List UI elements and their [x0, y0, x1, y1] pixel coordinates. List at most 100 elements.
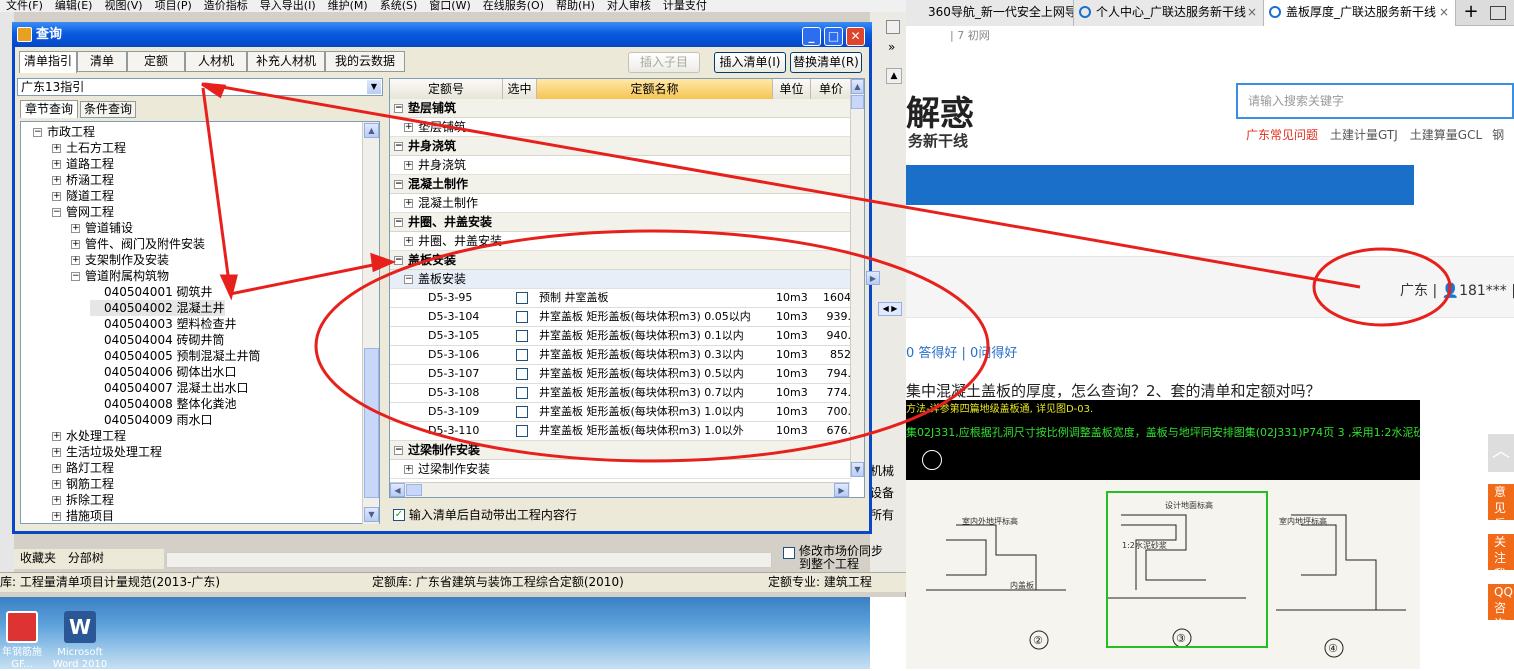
quota-row[interactable]: D5-3-106 井室盖板 矩形盖板(每块体积m3) 0.3以内 10m3 852: [390, 346, 852, 365]
expand-icon[interactable]: +: [404, 465, 413, 474]
close-icon[interactable]: ×: [1247, 0, 1257, 24]
expand-icon[interactable]: +: [71, 224, 80, 233]
menu-item[interactable]: 文件(F): [6, 0, 43, 12]
quota-row[interactable]: D5-3-104 井室盖板 矩形盖板(每块体积m3) 0.05以内 10m3 939.: [390, 308, 852, 327]
nav-link[interactable]: 土建算量GCL: [1410, 128, 1482, 142]
grid-hscrollbar[interactable]: ◀ ▶: [390, 482, 850, 497]
grid-group-row[interactable]: − 井身浇筑: [390, 137, 852, 156]
menu-item[interactable]: 造价指标: [204, 0, 248, 12]
library-select[interactable]: 广东13指引 ▼: [17, 78, 383, 96]
tab-favorites[interactable]: 收藏夹: [20, 551, 56, 565]
tree-node[interactable]: 040504001 砌筑井: [90, 284, 213, 300]
tree-node[interactable]: + 土石方工程: [52, 140, 126, 156]
tree-node[interactable]: + 拆除工程: [52, 492, 114, 508]
tree-node[interactable]: 040504004 砖砌井筒: [90, 332, 225, 348]
tree-node[interactable]: 040504006 砌体出水口: [90, 364, 237, 380]
tree-node[interactable]: + 隧道工程: [52, 188, 114, 204]
nav-link[interactable]: 广东常见问题: [1246, 128, 1318, 142]
minimize-button[interactable]: _: [802, 27, 821, 46]
browser-tab[interactable]: 360导航_新一代安全上网导: [906, 0, 1074, 26]
collapse-arrow-icon[interactable]: ▶: [866, 271, 880, 285]
auto-content-option[interactable]: ✓ 输入清单后自动带出工程内容行: [393, 506, 577, 523]
select-checkbox[interactable]: [516, 387, 528, 399]
tree-node[interactable]: 040504003 塑料检查井: [90, 316, 237, 332]
nav-link[interactable]: 土建计量GTJ: [1330, 128, 1398, 142]
chevron-down-icon[interactable]: ▼: [367, 80, 381, 94]
collapse-icon[interactable]: −: [394, 180, 403, 189]
scroll-down-icon[interactable]: ▼: [851, 462, 864, 477]
grid-group-row[interactable]: − 垫层铺筑: [390, 99, 852, 118]
tree-node[interactable]: + 管件、阀门及附件安装: [71, 236, 205, 252]
tree-node[interactable]: + 生活垃圾处理工程: [52, 444, 162, 460]
tab-quota[interactable]: 定额: [127, 51, 185, 72]
grid-subgroup-row[interactable]: + 井身浇筑: [390, 156, 852, 175]
user-name[interactable]: 181***: [1459, 283, 1507, 299]
menu-item[interactable]: 系统(S): [380, 0, 418, 12]
pan-arrows-icon[interactable]: ◀ ▶: [878, 302, 902, 316]
horizontal-scrollbar[interactable]: [166, 552, 772, 568]
expand-icon[interactable]: +: [52, 432, 61, 441]
expand-icon[interactable]: +: [404, 161, 413, 170]
grid-subgroup-row[interactable]: − 盖板安装: [390, 270, 852, 289]
grid-subgroup-row[interactable]: + 垫层铺筑: [390, 118, 852, 137]
grid-group-row[interactable]: − 过梁制作安装: [390, 441, 852, 460]
expand-icon[interactable]: +: [52, 160, 61, 169]
expand-icon[interactable]: +: [404, 123, 413, 132]
auto-content-checkbox[interactable]: ✓: [393, 508, 405, 521]
expand-icon[interactable]: +: [52, 480, 61, 489]
follow-button[interactable]: 关注我们: [1488, 534, 1514, 570]
tab-cloud-data[interactable]: 我的云数据: [325, 51, 405, 72]
expand-icon[interactable]: +: [52, 496, 61, 505]
tree-node[interactable]: 040504009 雨水口: [90, 412, 213, 428]
expand-icon[interactable]: +: [52, 448, 61, 457]
back-to-top-button[interactable]: ︿: [1488, 434, 1514, 472]
tree-node[interactable]: + 水处理工程: [52, 428, 126, 444]
expand-icon[interactable]: +: [52, 144, 61, 153]
tree-node[interactable]: 040504007 混凝土出水口: [90, 380, 249, 396]
tab-labor-material[interactable]: 人材机: [185, 51, 247, 72]
grid-scrollbar[interactable]: ▲ ▼: [850, 79, 864, 477]
select-checkbox[interactable]: [516, 330, 528, 342]
menu-item[interactable]: 视图(V): [104, 0, 142, 12]
grid-subgroup-row[interactable]: + 井圈、井盖安装: [390, 232, 852, 251]
select-checkbox[interactable]: [516, 292, 528, 304]
expand-icon[interactable]: +: [71, 240, 80, 249]
scroll-thumb[interactable]: [851, 95, 864, 109]
browser-tab[interactable]: 个人中心_广联达服务新干线 ×: [1074, 0, 1264, 26]
tab-supplement-material[interactable]: 补充人材机: [247, 51, 325, 72]
menu-item[interactable]: 对人审核: [607, 0, 651, 12]
quota-row[interactable]: D5-3-95 预制 井室盖板 10m3 1604: [390, 289, 852, 308]
quota-row[interactable]: D5-3-109 井室盖板 矩形盖板(每块体积m3) 1.0以内 10m3 700.: [390, 403, 852, 422]
tree-node[interactable]: + 支架制作及安装: [71, 252, 169, 268]
menu-item[interactable]: 导入导出(I): [260, 0, 316, 12]
select-checkbox[interactable]: [516, 311, 528, 323]
tree-node[interactable]: − 管道附属构筑物: [71, 268, 169, 284]
tree-node[interactable]: 040504005 预制混凝土井筒: [90, 348, 261, 364]
tab-list[interactable]: 清单: [77, 51, 127, 72]
scroll-thumb[interactable]: [406, 484, 422, 496]
browser-tab-active[interactable]: 盖板厚度_广联达服务新干线 ×: [1264, 0, 1456, 26]
tree-node[interactable]: + 措施项目: [52, 508, 114, 523]
menu-item[interactable]: 帮助(H): [556, 0, 595, 12]
maximize-button[interactable]: □: [824, 27, 843, 46]
select-checkbox[interactable]: [516, 349, 528, 361]
feedback-button[interactable]: 意见反馈: [1488, 484, 1514, 520]
expand-icon[interactable]: +: [52, 512, 61, 521]
collapse-icon[interactable]: −: [71, 272, 80, 281]
close-button[interactable]: ✕: [846, 27, 865, 46]
scroll-up-icon[interactable]: ▲: [886, 68, 902, 84]
restore-window-icon[interactable]: [1490, 6, 1506, 20]
collapse-icon[interactable]: −: [52, 208, 61, 217]
scroll-up-icon[interactable]: ▲: [364, 123, 379, 138]
quota-row[interactable]: D5-3-108 井室盖板 矩形盖板(每块体积m3) 0.7以内 10m3 774.: [390, 384, 852, 403]
side-grid-icon[interactable]: [886, 20, 900, 34]
tab-section-tree[interactable]: 分部树: [68, 551, 104, 565]
new-tab-button[interactable]: +: [1458, 0, 1484, 26]
quota-row[interactable]: D5-3-110 井室盖板 矩形盖板(每块体积m3) 1.0以外 10m3 676.: [390, 422, 852, 441]
quota-row[interactable]: D5-3-105 井室盖板 矩形盖板(每块体积m3) 0.1以内 10m3 940.: [390, 327, 852, 346]
replace-list-button[interactable]: 替换清单(R): [790, 52, 862, 73]
insert-child-button[interactable]: 插入子目: [628, 52, 700, 73]
grid-subgroup-row[interactable]: + 过梁制作安装: [390, 460, 852, 479]
scroll-right-icon[interactable]: ▶: [834, 483, 849, 497]
search-input[interactable]: 请输入搜索关键字: [1236, 83, 1514, 119]
